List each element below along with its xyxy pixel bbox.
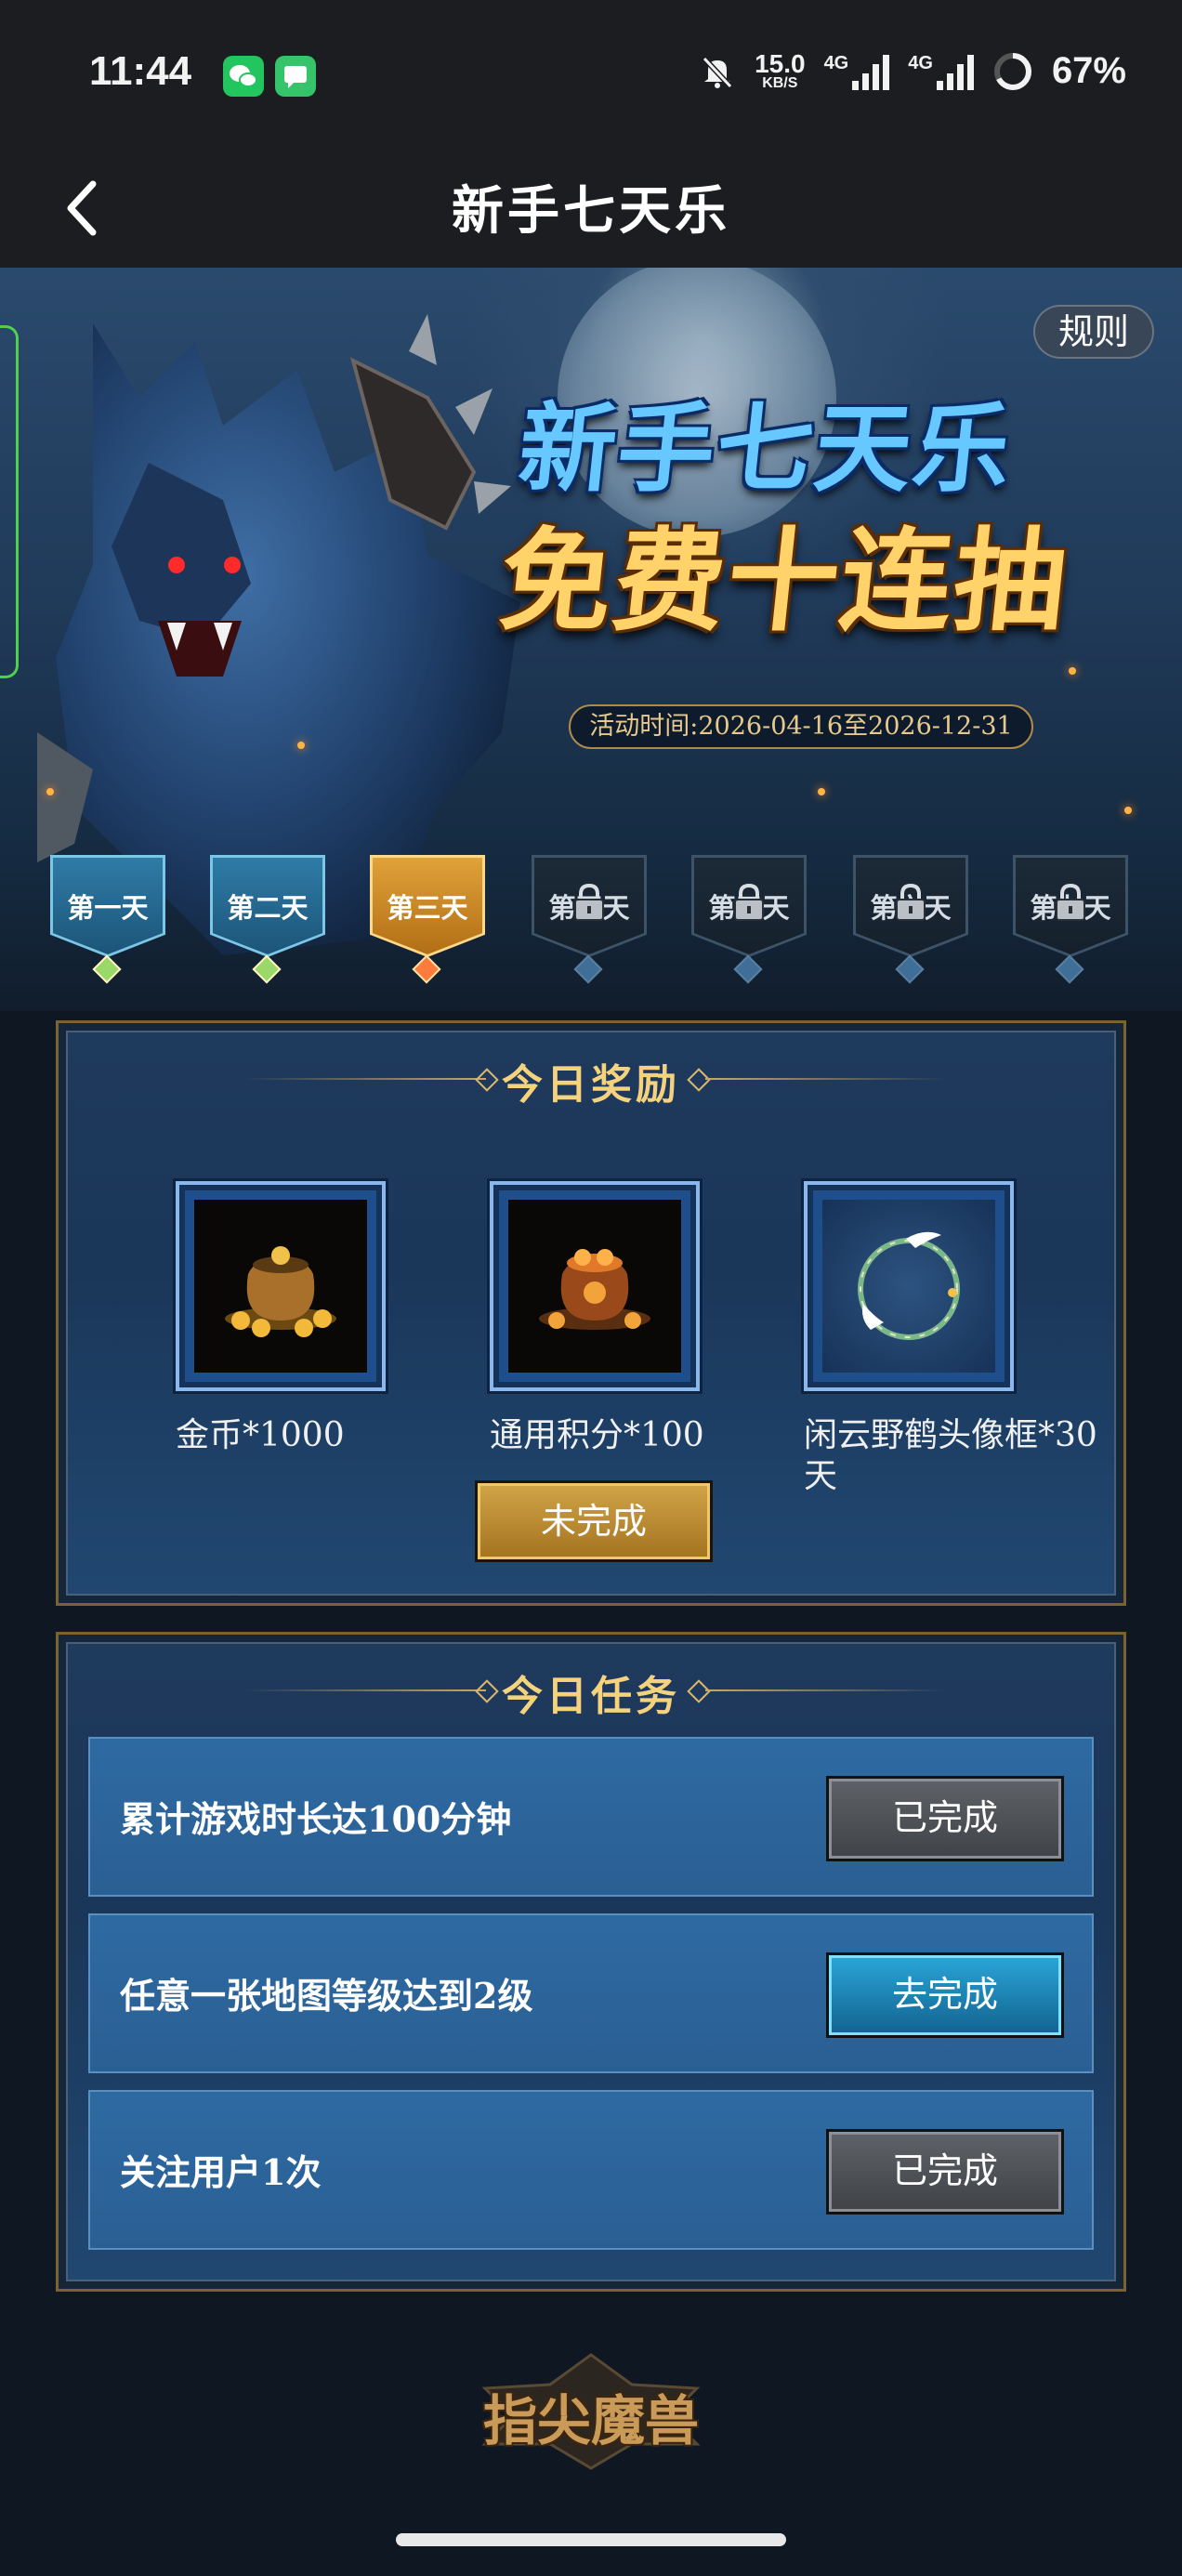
- task-done-button[interactable]: 已完成: [826, 2129, 1064, 2215]
- game-logo: 指尖魔兽: [455, 2351, 727, 2472]
- tab-day-2[interactable]: 第二天: [210, 855, 325, 984]
- status-time: 11:44: [89, 48, 192, 94]
- task-text: 累计游戏时长达100分钟: [120, 1798, 512, 1840]
- status-bar: 11:44 15.0 KB/S 4G 4G 67%: [0, 0, 1182, 149]
- floating-side-tab[interactable]: [0, 325, 19, 678]
- points-bag-icon: [539, 1249, 650, 1330]
- tab-day-3[interactable]: 第三天: [370, 855, 485, 984]
- lock-icon: [896, 883, 926, 921]
- reward-item[interactable]: 金币*1000: [176, 1181, 454, 1456]
- battery-ring-icon: [993, 52, 1031, 90]
- ember-spark: [1069, 667, 1076, 675]
- speed-value: 15.0: [755, 48, 806, 78]
- lock-icon: [574, 883, 604, 921]
- ember-spark: [297, 742, 305, 749]
- avatar-frame-icon: [858, 1231, 960, 1340]
- tab-day-7[interactable]: 第七天: [1013, 855, 1128, 984]
- lock-icon: [734, 883, 764, 921]
- day-tabs: 第一天 第二天 第三天 第四天 第五天 第六天 第七天: [50, 855, 1137, 994]
- task-text: 任意一张地图等级达到2级: [120, 1975, 533, 2017]
- tab-day-1[interactable]: 第一天: [50, 855, 165, 984]
- messages-icon: [275, 56, 316, 97]
- reward-label: 闲云野鹤头像框*30天: [804, 1416, 1097, 1495]
- gem-icon: [412, 954, 441, 984]
- reward-frame: [804, 1181, 1014, 1391]
- tab-day-4[interactable]: 第四天: [532, 855, 647, 984]
- rewards-title: 今日奖励: [502, 1061, 680, 1109]
- event-headline-2: 免费十连抽: [493, 516, 1075, 647]
- gem-icon: [92, 954, 122, 984]
- network-type-2: 4G: [908, 52, 933, 73]
- wechat-icon: [223, 56, 264, 97]
- title-bar: 新手七天乐: [0, 149, 1182, 268]
- rules-button[interactable]: 规则: [1033, 305, 1154, 359]
- status-right: 15.0 KB/S 4G 4G 67%: [699, 50, 1126, 92]
- signal-icon-2: [936, 53, 974, 90]
- ember-spark: [1124, 807, 1132, 814]
- gem-icon: [573, 954, 603, 984]
- home-indicator[interactable]: [396, 2533, 786, 2546]
- signal-1: 4G: [824, 53, 890, 90]
- activity-time: 活动时间:2026-04-16至2026-12-31: [569, 704, 1033, 749]
- reward-image-bg: [508, 1200, 681, 1373]
- tasks-title: 今日任务: [502, 1673, 680, 1720]
- tab-day-6[interactable]: 第六天: [853, 855, 968, 984]
- gem-icon: [733, 954, 763, 984]
- gem-icon: [252, 954, 282, 984]
- battery-percent: 67%: [1051, 50, 1126, 91]
- reward-status-button[interactable]: 未完成: [475, 1480, 713, 1562]
- mute-icon: [702, 56, 733, 88]
- task-row: 累计游戏时长达100分钟 已完成: [88, 1737, 1094, 1897]
- ember-spark: [46, 788, 54, 795]
- gold-coin-bag-icon: [225, 1246, 336, 1337]
- today-tasks-panel: 今日任务 累计游戏时长达100分钟 已完成 任意一张地图等级达到2级 去完成 关…: [56, 1632, 1126, 2292]
- page-title: 新手七天乐: [452, 181, 730, 242]
- divider: [705, 1078, 947, 1080]
- reward-label: 金币*1000: [176, 1416, 345, 1454]
- network-type-1: 4G: [823, 52, 849, 73]
- lock-icon: [1056, 883, 1085, 921]
- logo-text: 指尖魔兽: [482, 2389, 699, 2452]
- task-go-button[interactable]: 去完成: [826, 1952, 1064, 2038]
- divider: [705, 1689, 947, 1691]
- event-headline-1: 新手七天乐: [513, 391, 1018, 506]
- reward-image-bg: [194, 1200, 367, 1373]
- task-row: 任意一张地图等级达到2级 去完成: [88, 1913, 1094, 2073]
- ember-spark: [818, 788, 825, 795]
- gem-icon: [895, 954, 925, 984]
- speed-unit: KB/S: [762, 74, 798, 91]
- reward-item[interactable]: 闲云野鹤头像框*30天: [804, 1181, 1110, 1497]
- network-speed: 15.0 KB/S: [755, 48, 806, 91]
- task-done-button[interactable]: 已完成: [826, 1776, 1064, 1861]
- signal-2: 4G: [908, 53, 974, 90]
- task-row: 关注用户1次 已完成: [88, 2090, 1094, 2250]
- task-text: 关注用户1次: [120, 2151, 322, 2193]
- reward-item[interactable]: 通用积分*100: [490, 1181, 768, 1456]
- reward-label: 通用积分*100: [490, 1416, 704, 1454]
- signal-icon: [852, 53, 890, 90]
- reward-frame: [176, 1181, 386, 1391]
- reward-frame: [490, 1181, 700, 1391]
- gem-icon: [1055, 954, 1084, 984]
- today-rewards-panel: 今日奖励 金币*1000 通用积分*100 闲云野鹤头像框*30天 未完成: [56, 1020, 1126, 1606]
- tab-day-5[interactable]: 第五天: [691, 855, 807, 984]
- reward-image-bg: [822, 1200, 995, 1373]
